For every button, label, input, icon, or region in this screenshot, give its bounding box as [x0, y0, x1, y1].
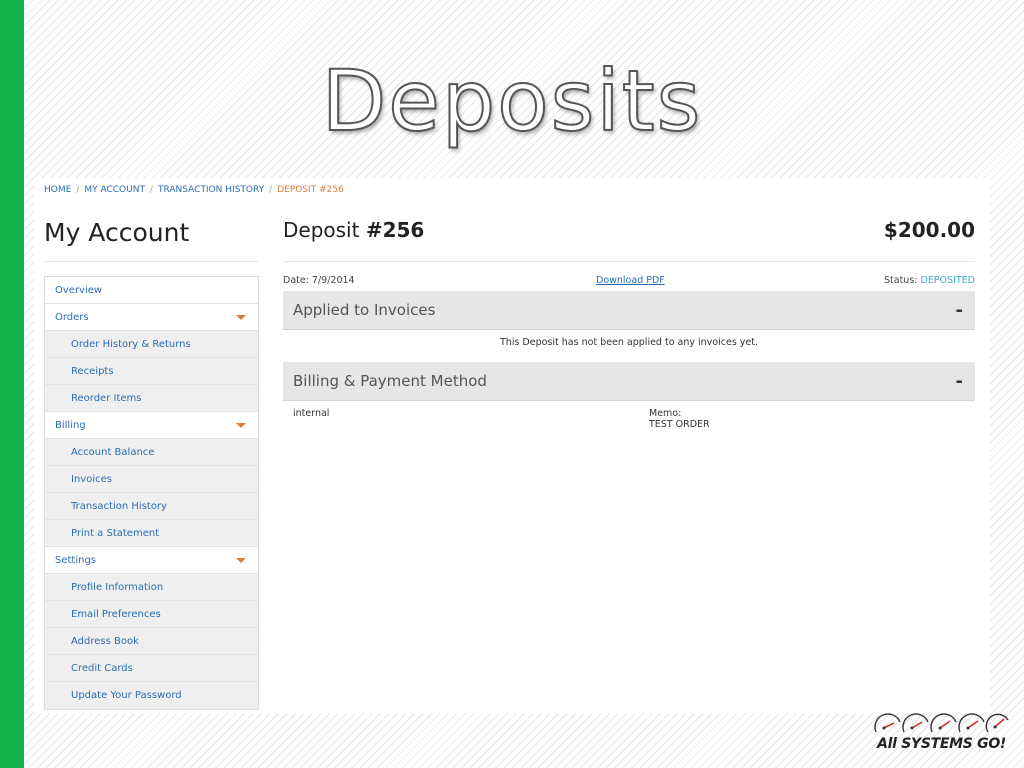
sidebar-item-label: Transaction History: [71, 500, 167, 512]
sidebar-item-label: Profile Information: [71, 581, 164, 593]
account-page: HOME / MY ACCOUNT / TRANSACTION HISTORY / DEPO…: [34, 178, 990, 713]
no-invoices-message: This Deposit has not been applied to any…: [500, 337, 758, 348]
deposit-meta-row: Date: 7/9/2014 Download PDF Status: DEPO…: [283, 275, 975, 289]
sidebar-item-label: Orders: [55, 311, 89, 323]
deposit-title-prefix: Deposit: [283, 218, 360, 242]
breadcrumb-transaction-history[interactable]: TRANSACTION HISTORY: [158, 185, 264, 195]
sidebar-item-invoices[interactable]: Invoices: [45, 466, 258, 493]
memo-block: Memo: TEST ORDER: [649, 408, 710, 430]
sidebar-item-label: Reorder Items: [71, 392, 142, 404]
sidebar-item-label: Email Preferences: [71, 608, 161, 620]
deposit-number: #256: [365, 218, 425, 242]
chevron-down-icon[interactable]: [236, 557, 246, 563]
sidebar-item-label: Address Book: [71, 635, 139, 647]
all-systems-go-logo: All SYSTEMS GO!: [866, 708, 1014, 756]
sidebar-item-label: Invoices: [71, 473, 112, 485]
sidebar-item-settings[interactable]: Settings: [45, 547, 258, 574]
deposit-status: Status: DEPOSITED: [884, 275, 975, 286]
billing-payment-panel-header[interactable]: Billing & Payment Method -: [283, 362, 975, 401]
collapse-toggle-icon[interactable]: -: [956, 371, 963, 392]
sidebar-item-billing[interactable]: Billing: [45, 412, 258, 439]
deposit-title: Deposit #256: [283, 218, 424, 242]
sidebar-item-label: Credit Cards: [71, 662, 133, 674]
sidebar-item-label: Account Balance: [71, 446, 155, 458]
sidebar-item-print-a-statement[interactable]: Print a Statement: [45, 520, 258, 547]
breadcrumb-separator: /: [76, 185, 80, 195]
sidebar-item-label: Print a Statement: [71, 527, 160, 539]
sidebar-divider: [44, 261, 258, 262]
breadcrumb-current: DEPOSIT #256: [277, 185, 344, 195]
chevron-down-icon[interactable]: [236, 422, 246, 428]
sidebar-item-update-your-password[interactable]: Update Your Password: [45, 682, 258, 709]
sidebar-item-label: Billing: [55, 419, 86, 431]
collapse-toggle-icon[interactable]: -: [956, 300, 963, 321]
sidebar-item-reorder-items[interactable]: Reorder Items: [45, 385, 258, 412]
applied-invoices-title: Applied to Invoices: [293, 301, 436, 319]
sidebar-item-account-balance[interactable]: Account Balance: [45, 439, 258, 466]
logo-text: All SYSTEMS GO!: [877, 736, 1006, 752]
download-pdf-link[interactable]: Download PDF: [596, 275, 665, 286]
sidebar-item-address-book[interactable]: Address Book: [45, 628, 258, 655]
sidebar-title: My Account: [44, 218, 190, 247]
breadcrumb-my-account[interactable]: MY ACCOUNT: [84, 185, 145, 195]
breadcrumb: HOME / MY ACCOUNT / TRANSACTION HISTORY / DEPO…: [44, 185, 344, 195]
deposit-divider: [283, 261, 975, 262]
payment-method: internal: [293, 408, 330, 419]
sidebar-item-orders[interactable]: Orders: [45, 304, 258, 331]
sidebar-item-label: Settings: [55, 554, 97, 566]
billing-payment-title: Billing & Payment Method: [293, 372, 487, 390]
sidebar-item-credit-cards[interactable]: Credit Cards: [45, 655, 258, 682]
memo-label: Memo:: [649, 408, 682, 419]
sidebar-item-label: Order History & Returns: [71, 338, 191, 350]
chevron-down-icon[interactable]: [236, 314, 246, 320]
sidebar-item-label: Overview: [55, 284, 103, 296]
status-badge: DEPOSITED: [920, 275, 975, 286]
deposit-date: Date: 7/9/2014: [283, 275, 355, 286]
sidebar-item-email-preferences[interactable]: Email Preferences: [45, 601, 258, 628]
sidebar-item-label: Update Your Password: [71, 690, 182, 701]
sidebar-item-label: Receipts: [71, 365, 114, 377]
sidebar-item-profile-information[interactable]: Profile Information: [45, 574, 258, 601]
memo-value: TEST ORDER: [649, 419, 710, 430]
applied-invoices-panel-header[interactable]: Applied to Invoices -: [283, 291, 975, 330]
deposit-amount: $200.00: [883, 218, 975, 242]
slide-title: Deposits: [321, 51, 703, 151]
breadcrumb-home[interactable]: HOME: [44, 185, 71, 195]
status-label: Status:: [884, 275, 918, 286]
sidebar-item-order-history-and-returns[interactable]: Order History & Returns: [45, 331, 258, 358]
sidebar-nav: Overview Orders Order History & Returns Rec…: [44, 276, 259, 710]
sidebar-item-receipts[interactable]: Receipts: [45, 358, 258, 385]
gauges-icon: [874, 713, 1009, 733]
sidebar-item-transaction-history[interactable]: Transaction History: [45, 493, 258, 520]
breadcrumb-separator: /: [269, 185, 273, 195]
sidebar-item-overview[interactable]: Overview: [45, 277, 258, 304]
breadcrumb-separator: /: [149, 185, 153, 195]
